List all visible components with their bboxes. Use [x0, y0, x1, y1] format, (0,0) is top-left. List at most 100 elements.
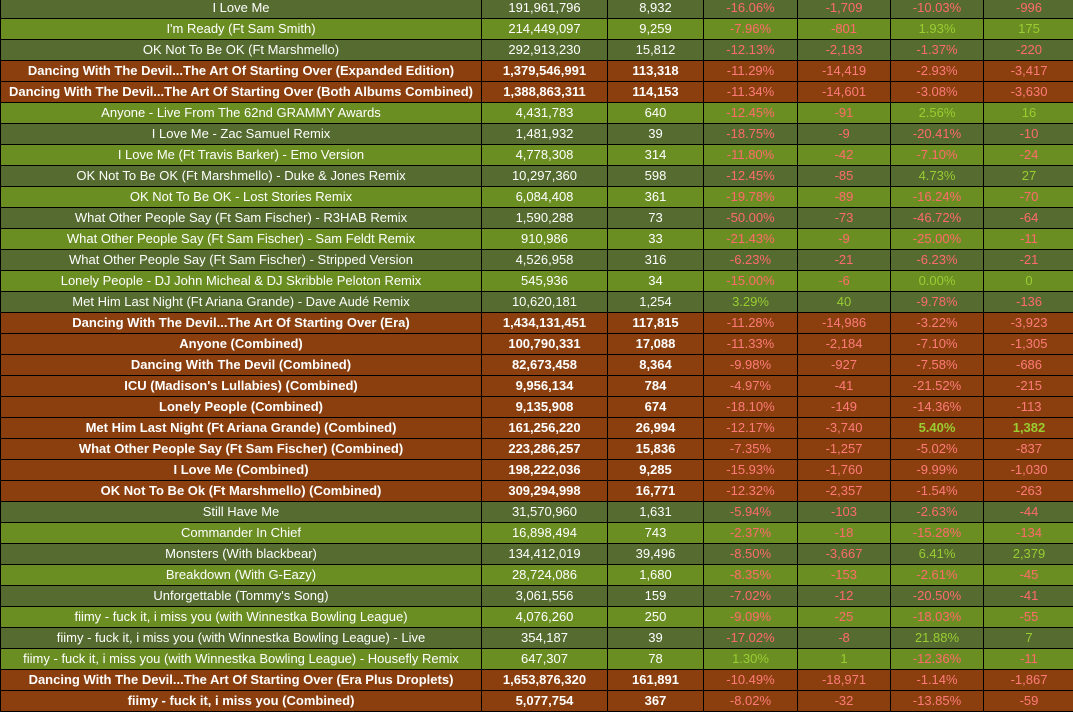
- table-row: Met Him Last Night (Ft Ariana Grande) (C…: [1, 418, 1073, 438]
- daily-streams-cell: 316: [608, 250, 703, 270]
- change-percent-cell-2: -13.85%: [891, 691, 983, 711]
- change-percent-cell: -7.96%: [704, 19, 797, 39]
- track-title-cell: OK Not To Be OK (Ft Marshmello): [1, 40, 481, 60]
- change-value-cell: -103: [798, 502, 890, 522]
- change-percent-cell: -5.94%: [704, 502, 797, 522]
- change-value-cell: -12: [798, 586, 890, 606]
- change-value-cell-2: 2,379: [984, 544, 1073, 564]
- daily-streams-cell: 16,771: [608, 481, 703, 501]
- change-value-cell: -32: [798, 691, 890, 711]
- track-title-cell: fiimy - fuck it, i miss you (with Winnes…: [1, 628, 481, 648]
- daily-streams-cell: 640: [608, 103, 703, 123]
- track-title-cell: I Love Me - Zac Samuel Remix: [1, 124, 481, 144]
- change-percent-cell: -12.32%: [704, 481, 797, 501]
- total-streams-cell: 10,620,181: [482, 292, 607, 312]
- daily-streams-cell: 674: [608, 397, 703, 417]
- change-value-cell: -9: [798, 229, 890, 249]
- change-value-cell: -801: [798, 19, 890, 39]
- change-value-cell: -8: [798, 628, 890, 648]
- daily-streams-cell: 8,364: [608, 355, 703, 375]
- track-title-cell: Anyone (Combined): [1, 334, 481, 354]
- change-percent-cell: -12.45%: [704, 103, 797, 123]
- change-value-cell: -42: [798, 145, 890, 165]
- change-percent-cell-2: -12.36%: [891, 649, 983, 669]
- track-title-cell: Breakdown (With G-Eazy): [1, 565, 481, 585]
- change-percent-cell: -19.78%: [704, 187, 797, 207]
- change-value-cell: -3,667: [798, 544, 890, 564]
- change-value-cell: -41: [798, 376, 890, 396]
- change-value-cell-2: -837: [984, 439, 1073, 459]
- table-row: Commander In Chief 16,898,494 743 -2.37% -18…: [1, 523, 1073, 543]
- change-percent-cell-2: 0.00%: [891, 271, 983, 291]
- change-value-cell: -927: [798, 355, 890, 375]
- change-value-cell-2: 0: [984, 271, 1073, 291]
- change-value-cell-2: -3,923: [984, 313, 1073, 333]
- change-percent-cell-2: -46.72%: [891, 208, 983, 228]
- change-percent-cell-2: -3.08%: [891, 82, 983, 102]
- change-percent-cell: -11.28%: [704, 313, 797, 333]
- daily-streams-cell: 34: [608, 271, 703, 291]
- table-row: fiimy - fuck it, i miss you (Combined) 5,…: [1, 691, 1073, 711]
- change-value-cell-2: -134: [984, 523, 1073, 543]
- total-streams-cell: 1,653,876,320: [482, 670, 607, 690]
- track-title-cell: What Other People Say (Ft Sam Fischer) (…: [1, 439, 481, 459]
- change-value-cell-2: -64: [984, 208, 1073, 228]
- change-value-cell-2: -11: [984, 229, 1073, 249]
- change-percent-cell: -11.34%: [704, 82, 797, 102]
- change-percent-cell: -18.10%: [704, 397, 797, 417]
- change-percent-cell: -12.45%: [704, 166, 797, 186]
- change-percent-cell-2: 2.56%: [891, 103, 983, 123]
- change-value-cell: -73: [798, 208, 890, 228]
- change-value-cell: 1: [798, 649, 890, 669]
- change-percent-cell-2: -7.10%: [891, 334, 983, 354]
- table-row: OK Not To Be Ok (Ft Marshmello) (Combine…: [1, 481, 1073, 501]
- total-streams-cell: 161,256,220: [482, 418, 607, 438]
- change-value-cell: -14,419: [798, 61, 890, 81]
- daily-streams-cell: 39: [608, 628, 703, 648]
- change-value-cell-2: -263: [984, 481, 1073, 501]
- change-value-cell: 40: [798, 292, 890, 312]
- table-row: Dancing With The Devil...The Art Of Star…: [1, 82, 1073, 102]
- table-row: What Other People Say (Ft Sam Fischer) -…: [1, 229, 1073, 249]
- track-title-cell: ICU (Madison's Lullabies) (Combined): [1, 376, 481, 396]
- change-value-cell-2: -1,305: [984, 334, 1073, 354]
- change-value-cell: -25: [798, 607, 890, 627]
- change-percent-cell-2: -18.03%: [891, 607, 983, 627]
- daily-streams-cell: 161,891: [608, 670, 703, 690]
- change-value-cell-2: 175: [984, 19, 1073, 39]
- change-value-cell-2: -59: [984, 691, 1073, 711]
- change-value-cell-2: -215: [984, 376, 1073, 396]
- change-percent-cell: -21.43%: [704, 229, 797, 249]
- table-row: fiimy - fuck it, i miss you (with Winnes…: [1, 628, 1073, 648]
- track-title-cell: fiimy - fuck it, i miss you (Combined): [1, 691, 481, 711]
- change-value-cell-2: -220: [984, 40, 1073, 60]
- track-title-cell: OK Not To Be OK - Lost Stories Remix: [1, 187, 481, 207]
- change-percent-cell-2: 6.41%: [891, 544, 983, 564]
- track-title-cell: What Other People Say (Ft Sam Fischer) -…: [1, 229, 481, 249]
- total-streams-cell: 1,481,932: [482, 124, 607, 144]
- change-percent-cell-2: -10.03%: [891, 0, 983, 18]
- daily-streams-cell: 9,285: [608, 460, 703, 480]
- total-streams-cell: 545,936: [482, 271, 607, 291]
- change-value-cell-2: -55: [984, 607, 1073, 627]
- track-title-cell: Met Him Last Night (Ft Ariana Grande) - …: [1, 292, 481, 312]
- change-percent-cell: -11.29%: [704, 61, 797, 81]
- change-value-cell: -1,257: [798, 439, 890, 459]
- change-percent-cell: -8.35%: [704, 565, 797, 585]
- track-title-cell: Dancing With The Devil...The Art Of Star…: [1, 61, 481, 81]
- daily-streams-cell: 78: [608, 649, 703, 669]
- change-value-cell: -89: [798, 187, 890, 207]
- daily-streams-cell: 367: [608, 691, 703, 711]
- track-title-cell: I Love Me: [1, 0, 481, 18]
- track-title-cell: OK Not To Be OK (Ft Marshmello) - Duke &…: [1, 166, 481, 186]
- change-value-cell: -85: [798, 166, 890, 186]
- change-percent-cell-2: -21.52%: [891, 376, 983, 396]
- track-title-cell: Dancing With The Devil...The Art Of Star…: [1, 313, 481, 333]
- track-title-cell: Lonely People (Combined): [1, 397, 481, 417]
- total-streams-cell: 3,061,556: [482, 586, 607, 606]
- change-value-cell: -14,986: [798, 313, 890, 333]
- change-percent-cell: -16.06%: [704, 0, 797, 18]
- change-value-cell: -2,357: [798, 481, 890, 501]
- change-value-cell-2: -1,867: [984, 670, 1073, 690]
- total-streams-cell: 4,526,958: [482, 250, 607, 270]
